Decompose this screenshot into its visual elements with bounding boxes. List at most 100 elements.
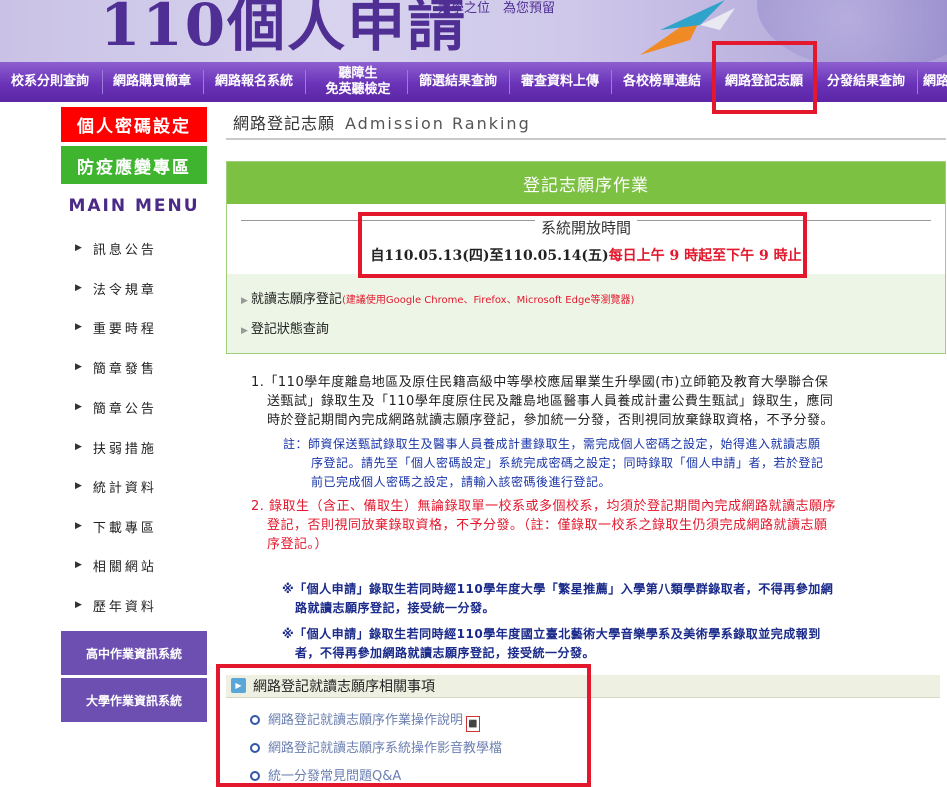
open-time-title: 系統開放時間 [227,217,945,238]
notice-star-2: ※「個人申請」錄取生若同時經110學年度國立臺北藝術大學音樂學系及美術學系錄取並… [282,625,821,663]
notice-1-line: 送甄試」錄取生及「110學年度原住民及離島地區醫事人員養成計畫公費生甄試」錄取生… [267,394,834,409]
nav-school-lists[interactable]: 各校榜單連結 [614,62,710,102]
notice-2-line: 序登記。） [267,537,329,552]
notice-star-1: ※「個人申請」錄取生若同時經110學年度大學「繁星推薦」入學第八類學群錄取者，不… [282,580,833,618]
menu-item-label: 統計資料 [92,480,157,496]
notice-1-note: 註：師資保送甄試錄取生及醫事人員養成計畫錄取生，需完成個人密碼之設定，始得進入就… [283,435,824,492]
related-section-header: ▶ 網路登記就讀志願序相關事項 [226,675,940,698]
menu-item-schedule[interactable]: ▶ 重要時程 [61,307,207,347]
star-line: 者，不得再參加網路就讀志願序登記，接受統一分發。 [295,646,596,660]
nav-hearing-line2: 免英聽檢定 [325,82,391,97]
university-system-button[interactable]: 大學作業資訊系統 [61,678,207,722]
note-line: 序登記。請先至「個人密碼設定」系統完成密碼之設定；同時錄取「個人申請」者，若於登… [311,456,824,470]
triangle-right-icon: ▶ [75,243,85,253]
triangle-right-icon: ▶ [75,402,85,412]
nav-separator [509,70,510,94]
main-menu-title: MAIN MENU [68,196,200,216]
notice-2-line: 登記，否則視同放棄錄取資格，不予分發。（註：僅錄取一校系之錄取生仍須完成網路就讀… [267,518,828,533]
nav-allocation-result[interactable]: 分發結果查詢 [818,62,914,102]
triangle-right-icon: ▶ [75,322,85,332]
play-icon: ▶ [231,678,246,693]
nav-more[interactable]: 網路 [920,62,947,102]
nav-separator [102,70,103,94]
note-line: 前已完成個人密碼之設定，請輸入該密碼後進行登記。 [311,475,612,489]
banner: 110個人申請 大學之位 為您預留 [0,0,947,62]
nav-separator [203,70,204,94]
menu-item-label: 歷年資料 [92,599,157,615]
notice-2-line: 2. 錄取生（含正、備取生）無論錄取單一校系或多個校系，均須於登記期間內完成網路… [251,499,837,514]
menu-item-regulations[interactable]: ▶ 法令規章 [61,268,207,308]
menu-item-label: 下載專區 [92,520,157,536]
star-line: 路就讀志願序登記，接受統一分發。 [295,601,496,615]
menu-item-label: 簡章公告 [92,401,157,417]
star-line: ※「個人申請」錄取生若同時經110學年度國立臺北藝術大學音樂學系及美術學系錄取並… [282,627,821,641]
notice-1-line: 1.「110學年度離島地區及原住民籍高級中等學校應屆畢業生升學國(市)立師範及教… [251,375,829,390]
circle-bullet-icon [250,715,260,725]
notice-1-line: 時於登記期間內完成網路就讀志願序登記，參加統一分發，否則視同放棄錄取資格，不予分… [267,413,835,428]
covid-zone-button[interactable]: 防疫應變專區 [61,146,207,184]
register-ranking-link[interactable]: ▶ 就讀志願序登記(建議使用Google Chrome、Firefox、Micro… [241,288,634,307]
pdf-icon: ⬛ [466,716,481,732]
open-time-range: 自110.05.13(四)至110.05.14(五)每日上午 9 時起至下午 9… [227,245,945,265]
nav-separator [407,70,408,94]
status-query-link[interactable]: ▶ 登記狀態查詢 [241,318,329,337]
ranking-links-area: ▶ 就讀志願序登記(建議使用Google Chrome、Firefox、Micro… [227,274,945,353]
menu-item-news[interactable]: ▶ 訊息公告 [61,228,207,268]
note-line: 註：師資保送甄試錄取生及醫事人員養成計畫錄取生，需完成個人密碼之設定，始得進入就… [283,437,821,451]
menu-item-related-sites[interactable]: ▶ 相關網站 [61,545,207,585]
password-setting-button[interactable]: 個人密碼設定 [61,107,207,142]
nav-separator [611,70,612,94]
globe-graphic [757,0,947,62]
menu-item-downloads[interactable]: ▶ 下載專區 [61,506,207,546]
open-time-title-text: 系統開放時間 [534,219,637,237]
menu-item-brochure-notice[interactable]: ▶ 簡章公告 [61,387,207,427]
nav-dept-rules[interactable]: 校系分則查詢 [0,62,100,102]
nav-separator [917,70,918,94]
highschool-system-button[interactable]: 高中作業資訊系統 [61,631,207,675]
menu-item-brochure-sale[interactable]: ▶ 簡章發售 [61,347,207,387]
nav-upload-review[interactable]: 審查資料上傳 [512,62,608,102]
menu-item-history[interactable]: ▶ 歷年資料 [61,585,207,625]
menu-item-label: 相關網站 [92,559,157,575]
notice-2: 2. 錄取生（含正、備取生）無論錄取單一校系或多個校系，均須於登記期間內完成網路… [251,497,836,554]
star-line: ※「個人申請」錄取生若同時經110學年度大學「繁星推薦」入學第八類學群錄取者，不… [282,582,834,596]
triangle-right-icon: ▶ [75,521,85,531]
triangle-right-icon: ▶ [75,560,85,570]
triangle-right-icon: ▶ [75,362,85,372]
nav-hearing-exempt[interactable]: 聽障生 免英聽檢定 [310,62,406,102]
nav-separator [305,70,306,94]
circle-bullet-icon [250,743,260,753]
related-link-faq[interactable]: 統一分發常見問題Q&A [250,765,401,784]
nav-admission-ranking[interactable]: 網路登記志願 [716,62,812,102]
related-link-label: 統一分發常見問題Q&A [268,769,402,784]
banner-slogan: 大學之位 為您預留 [438,1,556,16]
menu-item-statistics[interactable]: ▶ 統計資料 [61,466,207,506]
nav-separator [815,70,816,94]
triangle-right-icon: ▶ [75,600,85,610]
related-link-label: 網路登記就讀志願序作業操作說明 [268,713,464,728]
ranking-panel: 登記志願序作業 系統開放時間 自110.05.13(四)至110.05.14(五… [226,161,946,354]
ranking-panel-header: 登記志願序作業 [227,162,945,204]
browser-note: (建議使用Google Chrome、Firefox、Microsoft Edg… [341,295,635,306]
open-hours: 每日上午 9 時起至下午 9 時止 [608,248,802,264]
arrow-right-icon: ▶ [241,326,248,336]
triangle-right-icon: ▶ [75,481,85,491]
page-title: 網路登記志願 Admission Ranking [233,110,531,134]
arrow-right-icon: ▶ [241,296,248,306]
menu-item-assistance[interactable]: ▶ 扶弱措施 [61,427,207,467]
related-link-video[interactable]: 網路登記就讀志願序系統操作影音教學檔 [250,737,502,756]
status-query-label: 登記狀態查詢 [250,322,329,337]
nav-separator [713,70,714,94]
page-title-en: Admission Ranking [345,114,531,133]
nav-online-register[interactable]: 網路報名系統 [206,62,302,102]
related-link-manual[interactable]: 網路登記就讀志願序作業操作說明 ⬛ [250,709,481,732]
nav-screening-result[interactable]: 篩選結果查詢 [410,62,506,102]
menu-item-label: 扶弱措施 [92,441,157,457]
page-title-zh: 網路登記志願 [233,114,336,133]
heading-divider [226,138,946,140]
triangle-right-icon: ▶ [75,283,85,293]
menu-item-label: 簡章發售 [92,361,157,377]
nav-buy-brochure[interactable]: 網路購買簡章 [104,62,200,102]
paper-plane-icon [640,0,735,55]
triangle-right-icon: ▶ [75,442,85,452]
